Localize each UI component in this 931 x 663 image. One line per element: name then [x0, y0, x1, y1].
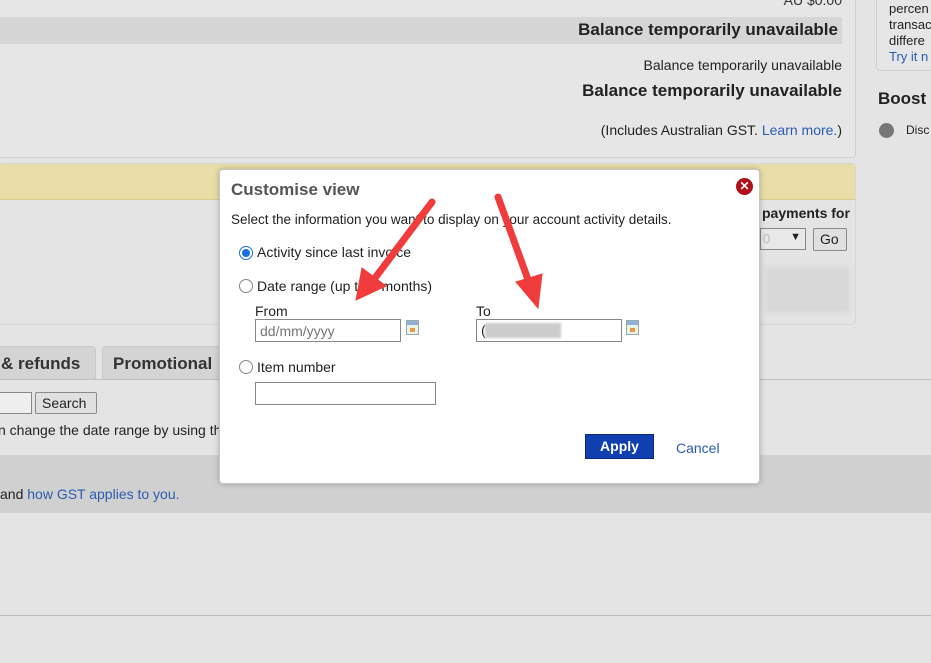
arrow-icon	[355, 198, 436, 301]
annotation-arrows	[355, 193, 543, 310]
arrow-icon	[494, 193, 543, 310]
